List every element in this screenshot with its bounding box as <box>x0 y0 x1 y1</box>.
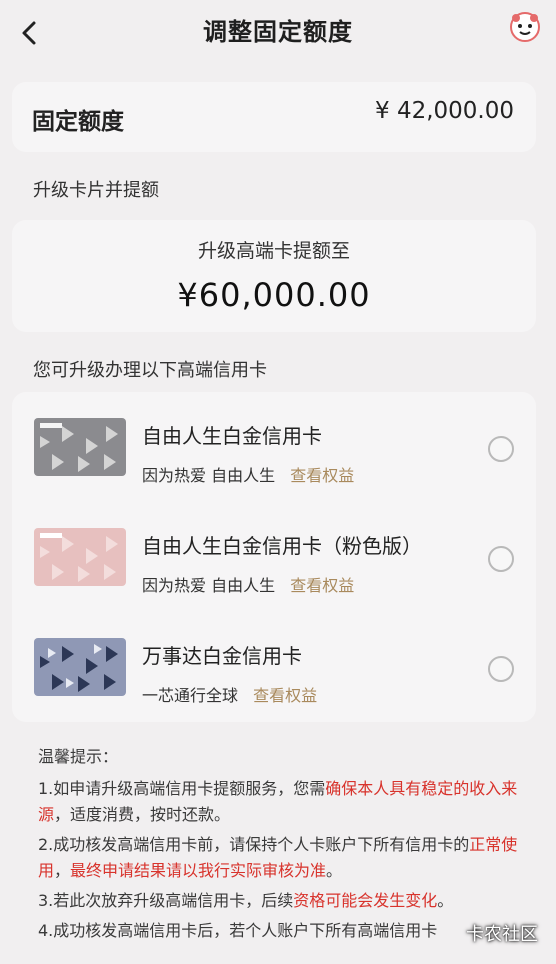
view-benefits-link[interactable]: 查看权益 <box>290 576 354 595</box>
tip-2-text: 2.成功核发高端信用卡前，请保持个人卡账户下所有信用卡的 <box>38 835 470 854</box>
card-name: 自由人生白金信用卡（粉色版） <box>142 534 422 558</box>
fixed-limit-amount: ¥ 42,000.00 <box>375 98 514 124</box>
card-thumbnail-icon <box>34 418 126 476</box>
view-benefits-link[interactable]: 查看权益 <box>290 466 354 485</box>
top-bar: 调整固定额度 <box>0 0 556 62</box>
upgrade-limit-amount: ¥60,000.00 <box>177 276 371 314</box>
card-thumbnail-icon <box>34 528 126 586</box>
card-slogan: 因为热爱 自由人生 <box>142 576 276 595</box>
card-slogan-row: 因为热爱 自由人生 查看权益 <box>142 572 354 596</box>
card-select-radio[interactable] <box>488 656 514 682</box>
tips-section: 温馨提示： 1.如申请升级高端信用卡提额服务，您需确保本人具有稳定的收入来源，适… <box>38 744 518 948</box>
card-option-2[interactable]: 自由人生白金信用卡（粉色版） 因为热爱 自由人生 查看权益 <box>12 502 536 610</box>
fixed-limit-card: 固定额度 ¥ 42,000.00 <box>12 82 536 152</box>
tip-3-highlight: 资格可能会发生变化 <box>293 891 438 910</box>
card-select-radio[interactable] <box>488 546 514 572</box>
tip-1: 1.如申请升级高端信用卡提额服务，您需确保本人具有稳定的收入来源，适度消费，按时… <box>38 776 518 828</box>
upgrade-limit-label: 升级高端卡提额至 <box>197 240 350 262</box>
tip-4: 4.成功核发高端信用卡后，若个人账户下所有高端信用卡 <box>38 921 438 940</box>
tip-2-comma: ， <box>54 861 71 880</box>
view-benefits-link[interactable]: 查看权益 <box>253 686 317 705</box>
cards-list: 自由人生白金信用卡 因为热爱 自由人生 查看权益 自由人生白金信用卡（粉色版） … <box>12 392 536 722</box>
upgrade-limit-card: 升级高端卡提额至 ¥60,000.00 <box>12 220 536 332</box>
upgrade-section-title: 升级卡片并提额 <box>33 180 159 201</box>
tip-3: 3.若此次放弃升级高端信用卡，后续资格可能会发生变化。 <box>38 888 518 914</box>
card-name: 万事达白金信用卡 <box>142 644 302 668</box>
card-select-radio[interactable] <box>488 436 514 462</box>
mascot-assistant-icon[interactable] <box>508 10 542 44</box>
tip-3-end: 。 <box>437 891 454 910</box>
fixed-limit-label: 固定额度 <box>32 109 124 135</box>
card-slogan-row: 因为热爱 自由人生 查看权益 <box>142 462 354 486</box>
card-option-1[interactable]: 自由人生白金信用卡 因为热爱 自由人生 查看权益 <box>12 392 536 500</box>
tip-2-end: 。 <box>326 861 343 880</box>
card-option-3[interactable]: 万事达白金信用卡 一芯通行全球 查看权益 <box>12 612 536 720</box>
card-slogan-row: 一芯通行全球 查看权益 <box>142 682 317 706</box>
card-slogan: 因为热爱 自由人生 <box>142 466 276 485</box>
tip-3-text: 3.若此次放弃升级高端信用卡，后续 <box>38 891 294 910</box>
tip-1-text: 1.如申请升级高端信用卡提额服务，您需 <box>38 779 326 798</box>
watermark: 卡农社区 <box>466 924 538 945</box>
card-name: 自由人生白金信用卡 <box>142 424 322 448</box>
tip-2-highlight-2: 最终申请结果请以我行实际审核为准 <box>70 861 327 880</box>
tip-2: 2.成功核发高端信用卡前，请保持个人卡账户下所有信用卡的正常使用，最终申请结果请… <box>38 832 518 884</box>
page-title: 调整固定额度 <box>203 18 353 46</box>
tip-1-end: ，适度消费，按时还款。 <box>54 805 231 824</box>
tips-title: 温馨提示： <box>38 747 119 766</box>
cards-section-title: 您可升级办理以下高端信用卡 <box>33 360 267 381</box>
card-thumbnail-icon <box>34 638 126 696</box>
card-slogan: 一芯通行全球 <box>142 686 239 705</box>
